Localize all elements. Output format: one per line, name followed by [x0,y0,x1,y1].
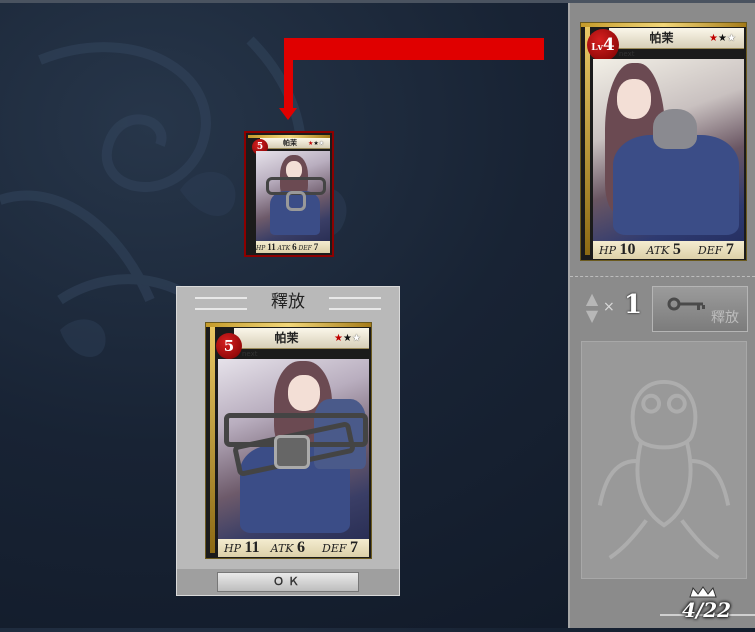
next-label: next [242,350,258,358]
def-label: DEF [322,542,347,555]
hp-value: 11 [267,242,276,252]
atk-label: ATK [270,542,294,555]
level-badge: 5 [216,333,242,359]
card-name: 帕茉 [649,31,674,45]
rarity-stars: ★★★ [709,33,736,44]
def-label: DEF [697,244,723,257]
rarity-stars: ★★★ [334,333,361,344]
card-count-progress: 4/22 [682,598,755,632]
dialog-card: 帕茉 ★★★ 5 next HP 11 ATK 6 DEF 7 [205,322,372,559]
hp-label: HP [599,244,616,257]
selected-card[interactable]: 帕茉 ★★★ Lv4 next HP 10 ATK 5 DEF 7 [580,22,747,261]
progress-value: 4/22 [682,598,732,622]
key-count: 1 [624,290,643,320]
tutorial-arrow [284,38,544,60]
card-art [593,59,744,241]
times-symbol: × [603,299,615,315]
hp-value: 10 [619,241,636,258]
card-stats: HP 11 ATK 6 DEF 7 [218,539,369,557]
card-art [256,151,330,241]
lv-label: Lv [591,43,603,53]
release-button-label: 釋放 [711,310,739,326]
hp-label: HP [256,245,266,252]
dialog-title: 釋放 [271,292,305,312]
tutorial-arrow-head [279,108,297,120]
dialog-footer: ＯＫ [177,569,399,595]
release-key-button[interactable]: 釋放 [652,286,748,332]
empty-card-slot[interactable] [581,341,747,579]
def-value: 7 [725,241,734,258]
atk-value: 5 [672,241,681,258]
release-dialog: 釋放 帕茉 ★★★ 5 next HP 11 ATK 6 DEF 7 ＯＫ [176,286,400,596]
small-card[interactable]: 帕茉 ★★★ 5 HP 11 ATK 6 DEF 7 [244,131,334,257]
atk-label: ATK [277,245,291,252]
card-art [218,359,369,539]
frog-emblem-icon [597,379,731,560]
crown-icon [689,586,717,598]
rarity-stars: ★★★ [308,140,325,147]
panel-divider [570,276,755,277]
next-label: next [619,50,635,58]
atk-value: 6 [297,539,306,556]
atk-label: ATK [646,244,670,257]
level-badge: Lv4 [587,29,619,61]
key-icon [667,297,705,311]
def-value: 7 [350,539,359,556]
def-label: DEF [298,245,312,252]
card-stats: HP 11 ATK 6 DEF 7 [256,241,330,253]
level-value: 4 [602,35,615,55]
atk-value: 6 [292,242,297,252]
card-stats: HP 10 ATK 5 DEF 7 [593,241,744,259]
hp-label: HP [224,542,241,555]
ok-button[interactable]: ＯＫ [217,572,359,592]
up-down-arrow-icon[interactable]: ▲ ▼ [583,290,601,328]
hp-value: 11 [244,539,260,556]
tutorial-arrow-stem [284,38,293,110]
def-value: 7 [313,242,319,252]
card-name: 帕茉 [274,331,299,345]
